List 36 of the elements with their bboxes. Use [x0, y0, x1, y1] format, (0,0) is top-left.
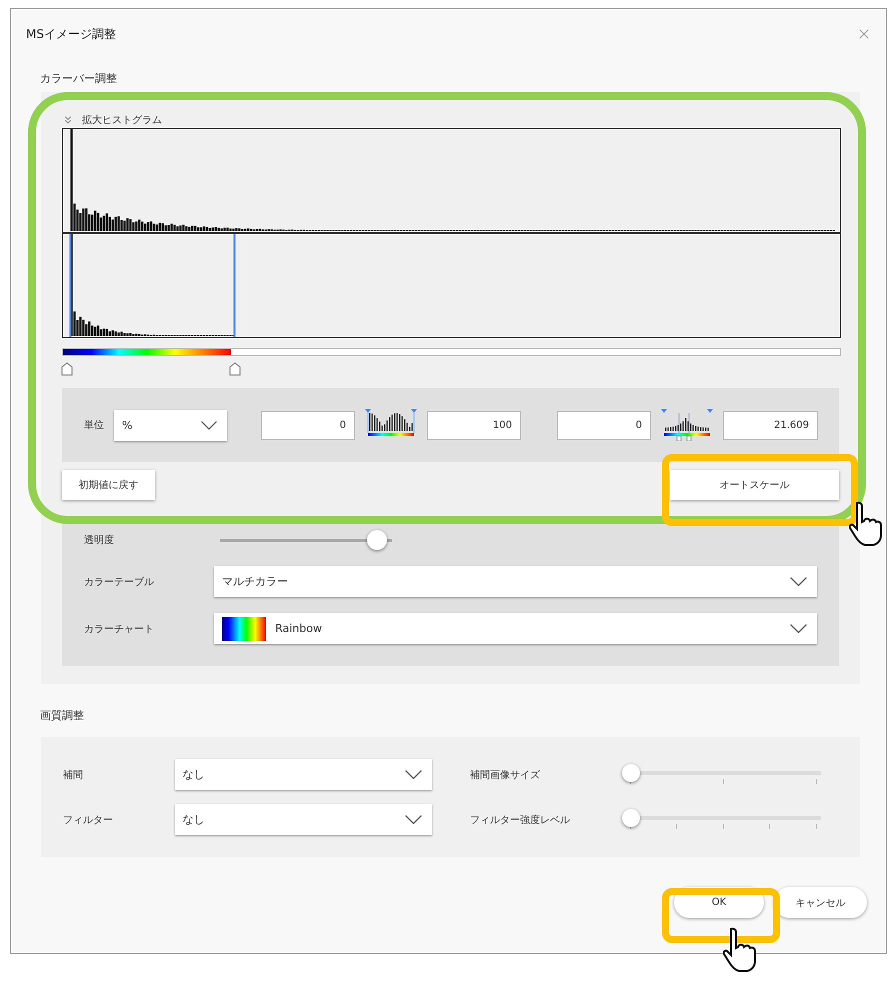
section-title: 画質調整	[40, 708, 85, 723]
color-table-dropdown[interactable]: マルチカラー	[214, 566, 817, 597]
color-chart-dropdown[interactable]: Rainbow	[214, 613, 817, 644]
slider-thumb[interactable]	[622, 764, 640, 782]
color-table-label: カラーテーブル	[84, 576, 155, 588]
histogram-header: 拡大ヒストグラム	[82, 114, 162, 127]
unit-dropdown[interactable]: %	[114, 410, 227, 440]
range-min-input[interactable]: 0	[557, 410, 651, 440]
range-thumb[interactable]	[229, 362, 242, 376]
section-title: カラーバー調整	[40, 71, 118, 86]
range-thumb[interactable]	[61, 362, 73, 376]
color-chart-label: カラーチャート	[84, 622, 155, 636]
reset-button[interactable]: 初期値に戻す	[62, 470, 155, 500]
min-input[interactable]: 0	[261, 410, 355, 440]
setting-dropdown[interactable]: なし	[174, 759, 432, 790]
slider-label: 補間画像サイズ	[470, 768, 542, 782]
setting-label: 補間	[63, 768, 84, 782]
max-input[interactable]: 100	[427, 410, 521, 440]
slider-thumb[interactable]	[622, 808, 640, 826]
chevron-down-icon	[201, 420, 217, 430]
unit-label: 単位	[84, 419, 104, 432]
opacity-label: 透明度	[84, 534, 115, 547]
chevron-down-icon	[405, 814, 422, 824]
setting-label: フィルター	[63, 814, 114, 826]
collapse-icon[interactable]	[62, 114, 74, 126]
slider-thumb[interactable]	[367, 530, 388, 550]
chevron-down-icon	[790, 624, 807, 634]
chevron-down-icon	[405, 770, 422, 780]
window-title: MSイメージ調整	[26, 26, 116, 42]
histogram-icon	[659, 409, 715, 441]
rainbow-swatch-icon	[222, 616, 266, 640]
slider-label: フィルター強度レベル	[470, 814, 572, 826]
chevron-down-icon	[790, 576, 807, 586]
setting-dropdown[interactable]: なし	[174, 804, 432, 835]
autoscale-button[interactable]: オートスケール	[670, 470, 839, 500]
range-max-input[interactable]: 21.609	[723, 410, 818, 440]
